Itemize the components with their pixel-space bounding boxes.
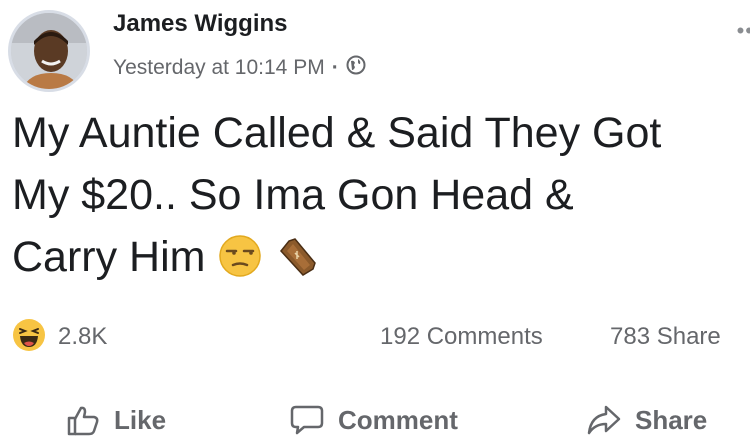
post-text-line-last: Carry Him	[12, 226, 747, 288]
share-button[interactable]: Share	[587, 404, 707, 436]
comments-count[interactable]: 192 Comments	[380, 323, 543, 351]
post-text-line: Carry Him	[12, 233, 206, 281]
author-name[interactable]: James Wiggins	[113, 10, 288, 38]
post-text-line: My Auntie Called & Said They Got	[12, 109, 662, 157]
post-text-line: My $20.. So Ima Gon Head &	[12, 171, 574, 219]
more-options-button[interactable]: ••	[737, 18, 750, 44]
shares-count[interactable]: 783 Share	[610, 323, 721, 351]
thumbs-up-icon	[67, 406, 99, 436]
meta-separator: ·	[331, 56, 339, 79]
engagement-stats: 2.8K 192 Comments 783 Share	[12, 318, 750, 354]
haha-reaction-icon[interactable]	[12, 318, 46, 352]
avatar[interactable]	[8, 10, 90, 92]
comment-icon	[290, 405, 324, 435]
unamused-face-emoji	[219, 235, 262, 277]
globe-icon	[346, 55, 366, 81]
comment-label: Comment	[338, 404, 458, 435]
post-timestamp[interactable]: Yesterday at 10:14 PM	[113, 56, 325, 80]
post-text: My Auntie Called & Said They Got My $20.…	[12, 102, 747, 288]
profile-photo	[11, 13, 87, 89]
like-button[interactable]: Like	[66, 404, 166, 436]
coffin-emoji	[280, 238, 317, 276]
reaction-count[interactable]: 2.8K	[58, 323, 107, 351]
share-label: Share	[635, 404, 708, 435]
share-arrow-icon	[587, 405, 621, 435]
facebook-post: James Wiggins Yesterday at 10:14 PM · ••…	[0, 0, 750, 444]
post-meta: Yesterday at 10:14 PM ·	[113, 55, 366, 81]
post-actions: Like Comment Share	[0, 396, 750, 444]
like-label: Like	[114, 404, 167, 435]
comment-button[interactable]: Comment	[290, 404, 458, 436]
